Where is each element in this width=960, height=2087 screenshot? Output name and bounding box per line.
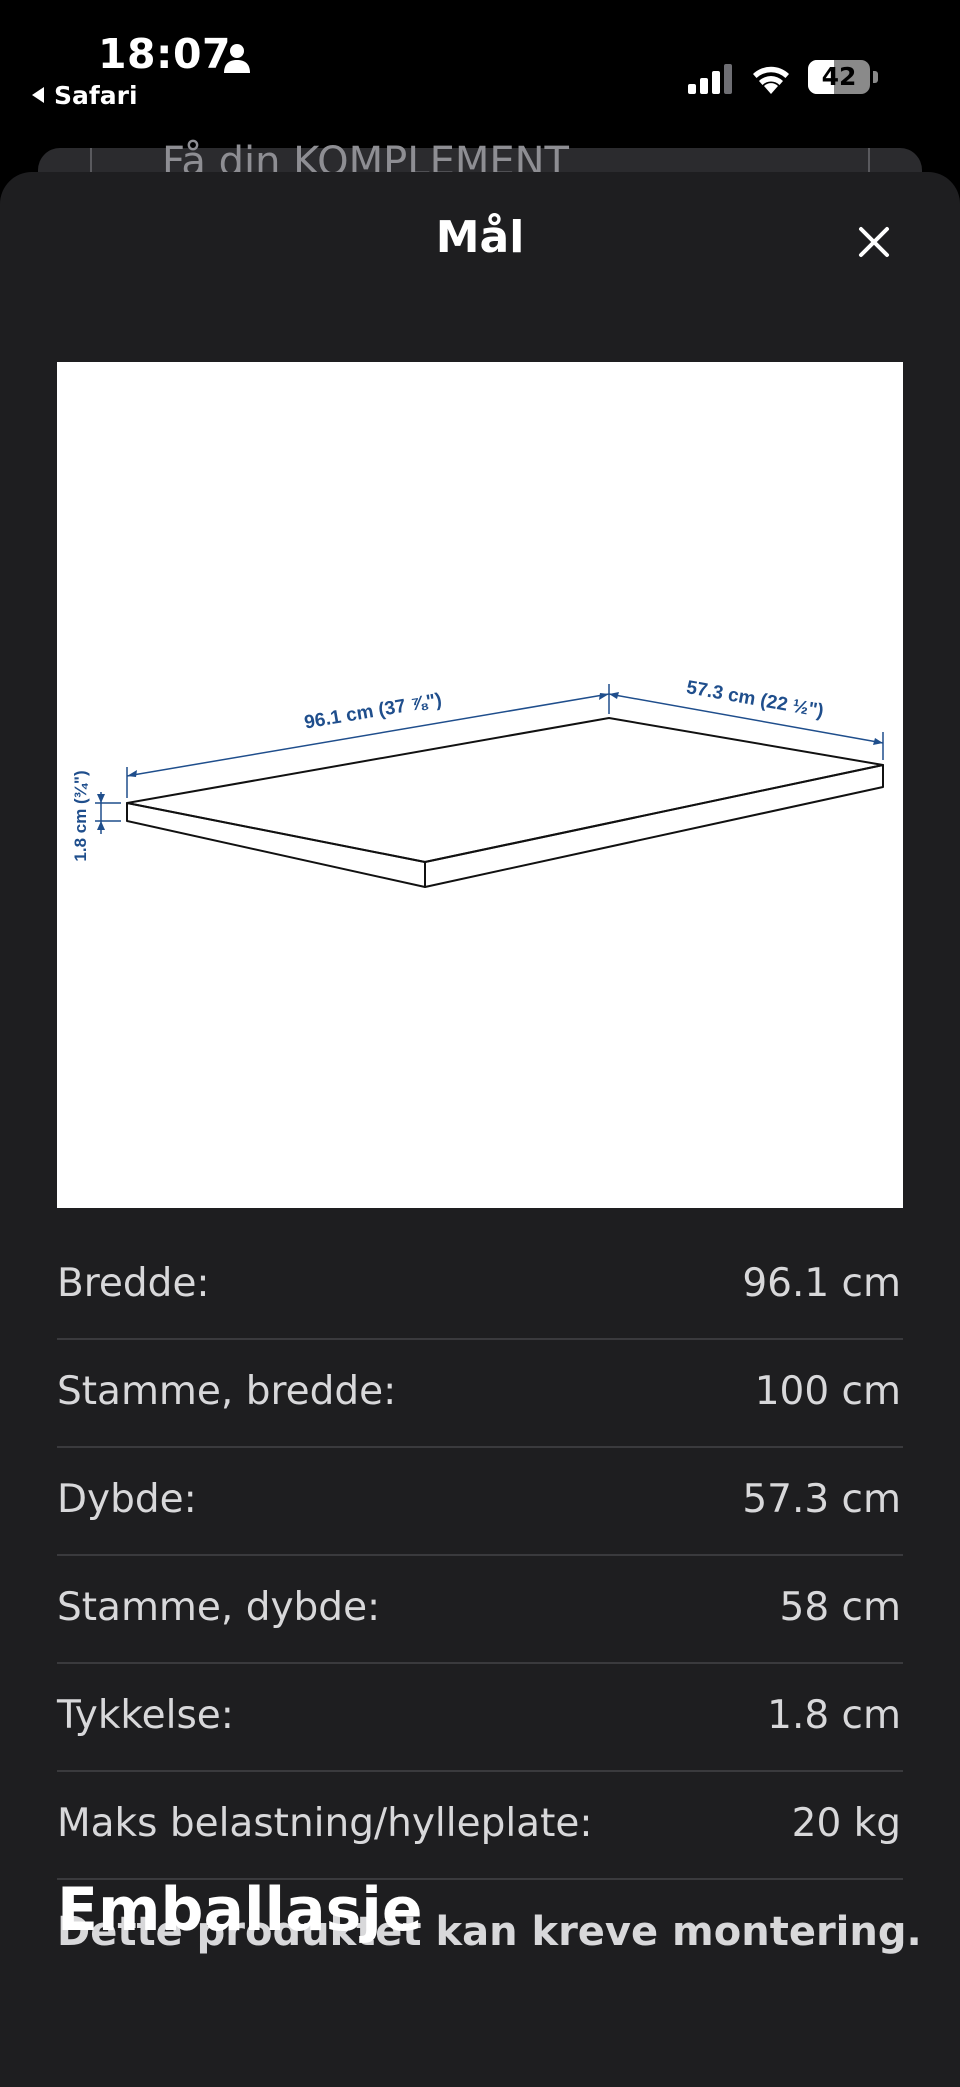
- thickness-dimension-label: 1.8 cm (¾"): [71, 770, 90, 861]
- spec-list: Bredde: 96.1 cm Stamme, bredde: 100 cm D…: [57, 1232, 903, 1880]
- person-icon: [224, 44, 250, 73]
- battery-icon: 42: [808, 60, 878, 94]
- close-button[interactable]: [846, 214, 902, 270]
- shelf-front-edge: [126, 802, 426, 888]
- back-arrow-icon: [32, 87, 44, 103]
- spec-value: 58 cm: [779, 1585, 901, 1630]
- dimensions-sheet: Mål 96.1 cm (37 ⅞") 57.3 cm (22 ½") 1.8 …: [0, 172, 960, 2087]
- close-icon: [859, 227, 889, 257]
- back-to-app-button[interactable]: Safari: [30, 80, 138, 110]
- spec-value: 1.8 cm: [767, 1693, 901, 1738]
- spec-value: 100 cm: [754, 1369, 901, 1414]
- back-app-label: Safari: [54, 80, 138, 110]
- spec-value: 20 kg: [791, 1801, 901, 1846]
- spec-label: Dybde:: [57, 1477, 197, 1522]
- spec-row: Bredde: 96.1 cm: [57, 1232, 903, 1340]
- dimension-diagram: 96.1 cm (37 ⅞") 57.3 cm (22 ½") 1.8 cm (…: [57, 362, 903, 1208]
- shelf-side-edge: [424, 764, 884, 888]
- spec-label: Stamme, dybde:: [57, 1585, 381, 1630]
- screen: 18:07 Safari 42 Få din KOMPLEMENT Mål 96…: [0, 0, 960, 2087]
- spec-value: 96.1 cm: [742, 1261, 901, 1306]
- spec-label: Bredde:: [57, 1261, 210, 1306]
- spec-row: Tykkelse: 1.8 cm: [57, 1664, 903, 1772]
- battery-level: 42: [821, 62, 857, 91]
- spec-row: Stamme, dybde: 58 cm: [57, 1556, 903, 1664]
- spec-label: Stamme, bredde:: [57, 1369, 397, 1414]
- depth-dimension-label: 57.3 cm (22 ½"): [685, 677, 825, 722]
- spec-label: Tykkelse:: [57, 1693, 234, 1738]
- spec-row: Maks belastning/hylleplate: 20 kg: [57, 1772, 903, 1880]
- packaging-section-heading: Emballasje: [57, 1875, 423, 1945]
- signal-icon: [688, 64, 732, 94]
- width-dimension-label: 96.1 cm (37 ⅞"): [303, 690, 443, 734]
- spec-label: Maks belastning/hylleplate:: [57, 1801, 593, 1846]
- status-time: 18:07: [98, 30, 232, 78]
- sheet-title: Mål: [435, 212, 525, 263]
- spec-value: 57.3 cm: [742, 1477, 901, 1522]
- status-bar: 18:07 Safari 42: [0, 0, 960, 150]
- spec-row: Stamme, bredde: 100 cm: [57, 1340, 903, 1448]
- wifi-icon: [753, 66, 789, 94]
- spec-row: Dybde: 57.3 cm: [57, 1448, 903, 1556]
